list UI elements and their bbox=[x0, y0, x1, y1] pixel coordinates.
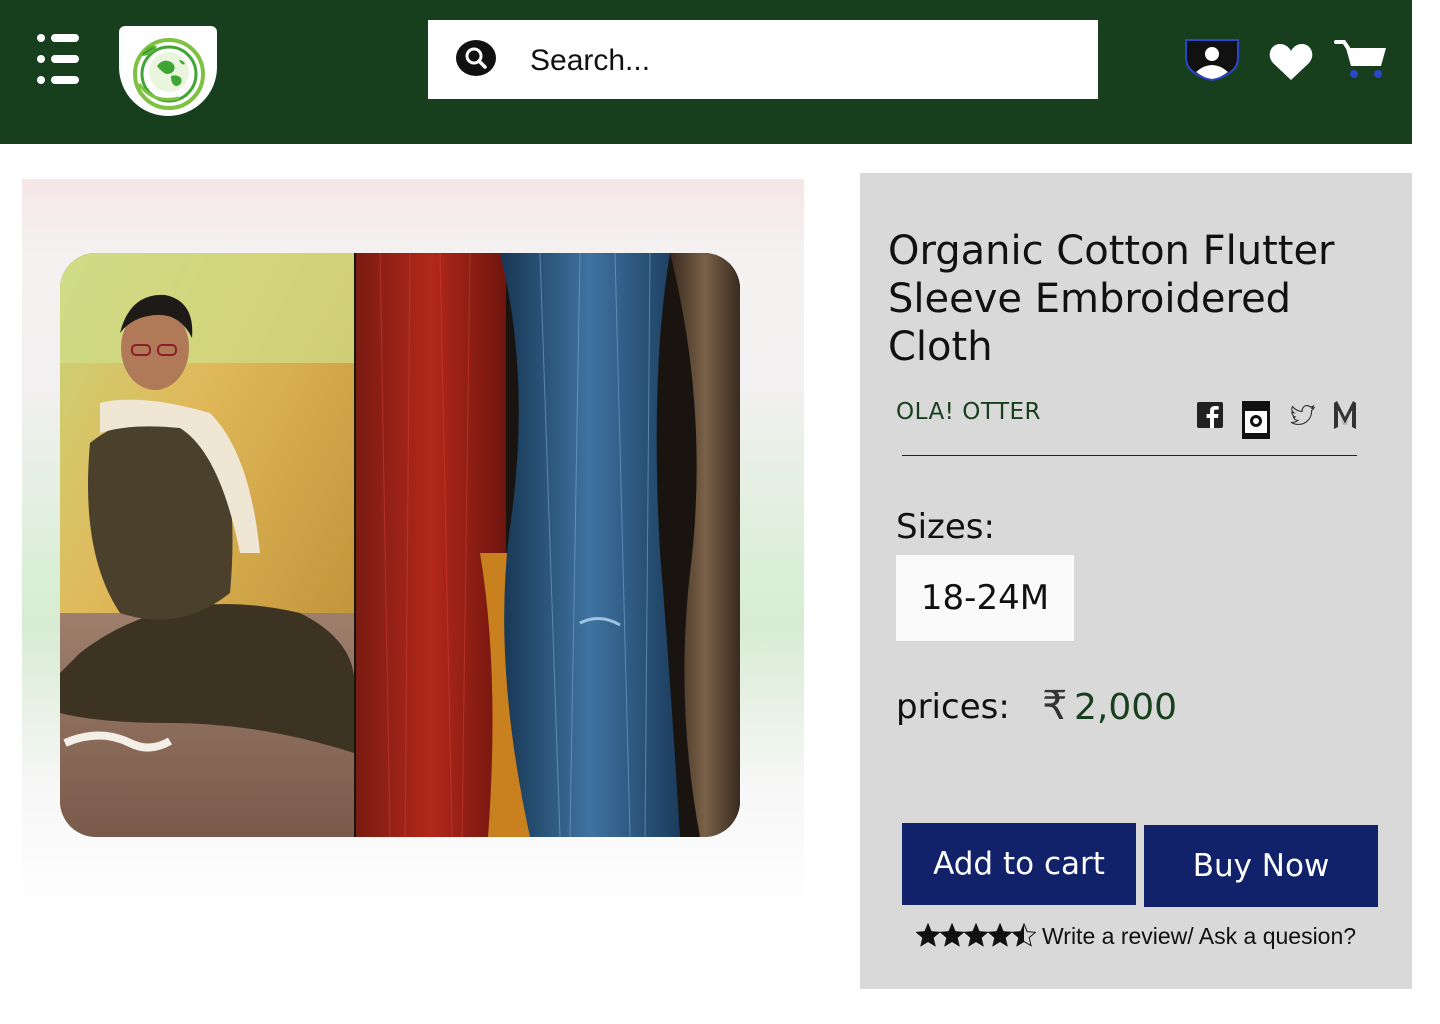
top-navigation-bar bbox=[0, 0, 1412, 144]
divider bbox=[902, 455, 1357, 456]
star-icon bbox=[964, 924, 988, 946]
star-icon bbox=[916, 924, 940, 946]
prices-label: prices: bbox=[896, 687, 1010, 727]
account-icon[interactable] bbox=[1184, 38, 1240, 82]
facebook-icon[interactable] bbox=[1197, 402, 1223, 428]
star-icon bbox=[940, 924, 964, 946]
search-input[interactable] bbox=[528, 32, 1072, 90]
medium-icon[interactable] bbox=[1332, 399, 1358, 431]
globe-leaf-logo-icon bbox=[133, 38, 205, 110]
buy-now-button[interactable]: Buy Now bbox=[1144, 825, 1378, 907]
cart-icon[interactable] bbox=[1334, 38, 1388, 80]
size-option-18-24m[interactable]: 18-24M bbox=[896, 555, 1074, 641]
artisan-yarn-photo bbox=[60, 253, 740, 837]
rupee-icon: ₹ bbox=[1042, 683, 1068, 729]
write-review-link[interactable]: Write a review/ Ask a quesion? bbox=[1042, 923, 1356, 950]
product-details-panel: Organic Cotton Flutter Sleeve Embroidere… bbox=[860, 173, 1412, 989]
product-photo[interactable] bbox=[60, 253, 740, 837]
star-rating bbox=[916, 922, 1036, 947]
star-icon bbox=[988, 924, 1012, 946]
product-title: Organic Cotton Flutter Sleeve Embroidere… bbox=[888, 228, 1335, 370]
twitter-icon[interactable] bbox=[1290, 403, 1316, 427]
brand-link[interactable]: OLA! OTTER bbox=[896, 399, 1041, 425]
price-value: 2,000 bbox=[1074, 687, 1178, 728]
menu-icon[interactable] bbox=[36, 32, 82, 88]
add-to-cart-button[interactable]: Add to cart bbox=[902, 823, 1136, 905]
logo[interactable] bbox=[119, 26, 217, 116]
product-image-panel bbox=[22, 179, 804, 919]
search-icon[interactable] bbox=[455, 39, 497, 77]
search-bar bbox=[428, 20, 1098, 99]
sizes-label: Sizes: bbox=[896, 507, 995, 547]
heart-icon[interactable] bbox=[1268, 42, 1314, 82]
instagram-icon[interactable] bbox=[1242, 401, 1270, 439]
